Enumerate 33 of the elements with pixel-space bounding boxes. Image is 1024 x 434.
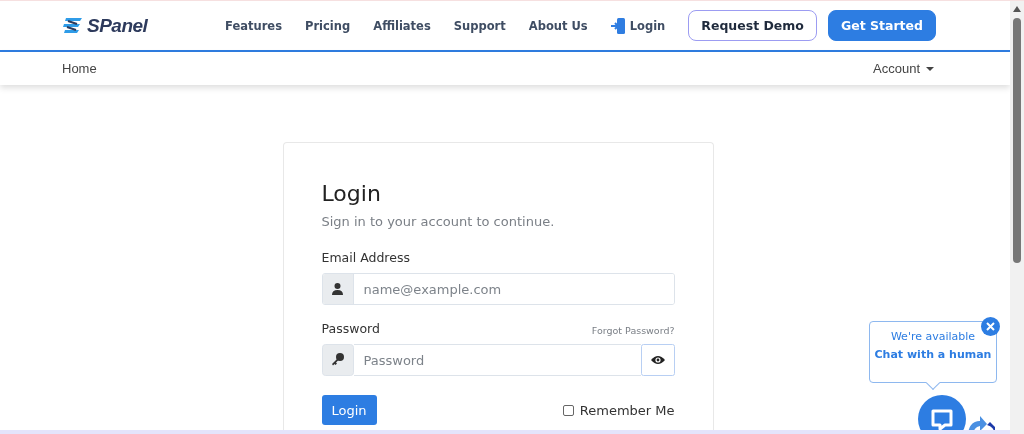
- logo-text[interactable]: SPanel: [87, 14, 148, 37]
- sign-in-icon: [610, 17, 625, 34]
- key-icon: [321, 344, 354, 376]
- user-icon: [332, 283, 343, 295]
- forgot-password-link[interactable]: Forgot Password?: [591, 325, 675, 336]
- get-started-button[interactable]: Get Started: [827, 10, 936, 41]
- logo-icon: [62, 15, 84, 36]
- password-label: Password: [321, 321, 380, 336]
- remember-label[interactable]: Remember Me: [579, 402, 675, 418]
- login-title: Login: [321, 181, 382, 206]
- account-menu[interactable]: Account: [873, 61, 934, 76]
- nav-link[interactable]: Pricing: [305, 18, 351, 33]
- nav-link[interactable]: About Us: [528, 18, 588, 33]
- email-label: Email Address: [321, 250, 411, 265]
- scrollbar-thumb[interactable]: [1013, 18, 1021, 263]
- password-field[interactable]: Password: [353, 344, 641, 376]
- chat-prompt[interactable]: Chat with a human: [874, 348, 992, 361]
- show-password-button[interactable]: [640, 344, 675, 376]
- scroll-up-icon[interactable]: [1013, 6, 1021, 12]
- email-field[interactable]: name@example.com: [321, 273, 675, 305]
- login-link[interactable]: Login: [610, 17, 666, 34]
- login-button[interactable]: Login: [321, 395, 377, 425]
- nav-link[interactable]: Support: [453, 18, 506, 33]
- request-demo-button[interactable]: Request Demo: [688, 10, 817, 41]
- remember-checkbox[interactable]: [562, 404, 574, 416]
- caret-icon: [926, 66, 934, 71]
- chat-availability-text: We're available: [890, 330, 976, 343]
- nav-link[interactable]: Affiliates: [373, 18, 431, 33]
- login-subtitle: Sign in to your account to continue.: [321, 214, 556, 229]
- chat-bubble[interactable]: We're available Chat with a human: [869, 321, 997, 383]
- home-link[interactable]: Home: [62, 61, 97, 76]
- close-icon[interactable]: [981, 317, 1000, 336]
- nav-link[interactable]: Features: [225, 18, 282, 33]
